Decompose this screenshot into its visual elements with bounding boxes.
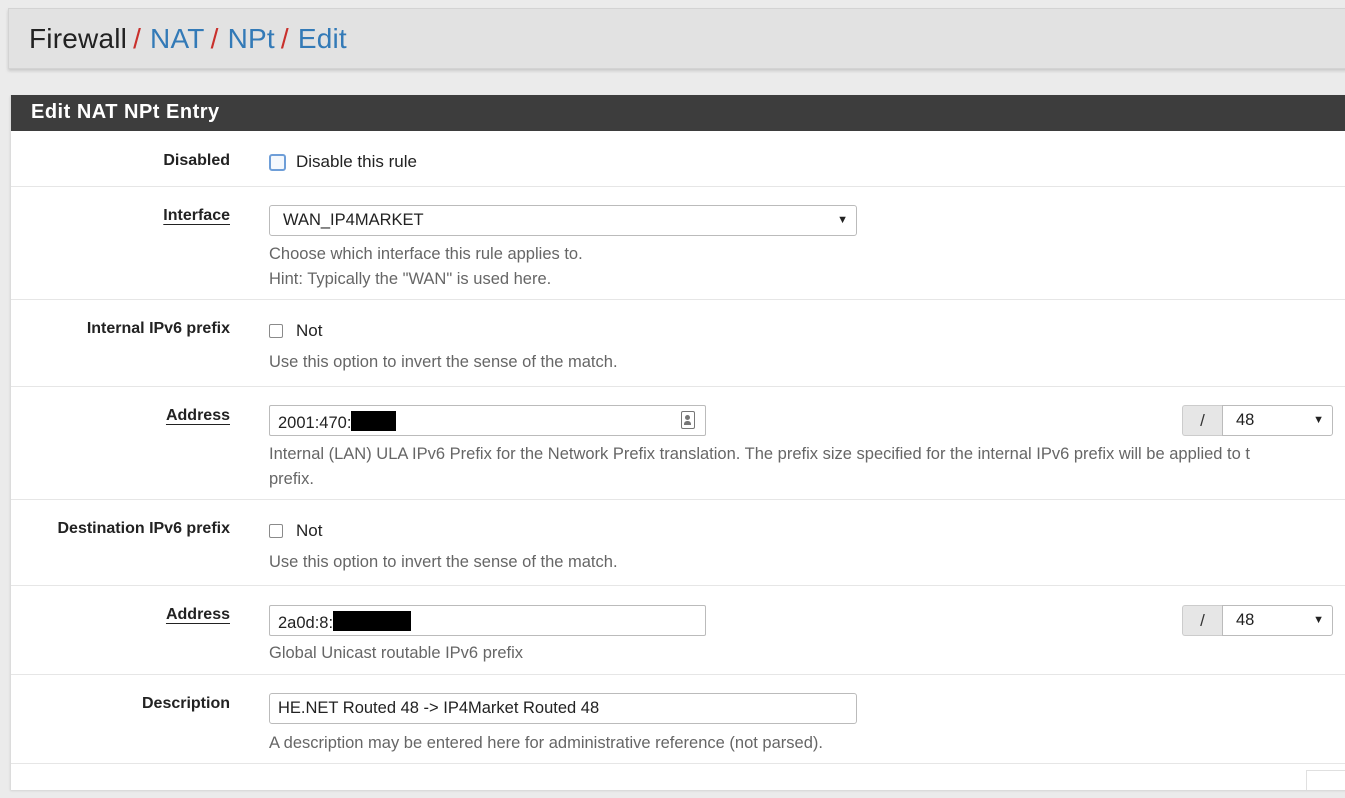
internal-address-help-2: prefix. xyxy=(269,470,314,488)
internal-address-row: Address 2001:470: / 48 ▼ Internal (LAN) … xyxy=(11,387,1345,500)
internal-prefix-label: Internal IPv6 prefix xyxy=(86,320,230,337)
breadcrumb-edit-link[interactable]: Edit xyxy=(298,23,347,54)
destination-address-label: Address xyxy=(165,606,230,623)
edit-npt-panel: Edit NAT NPt Entry Disabled Disable this… xyxy=(10,95,1345,790)
description-label: Description xyxy=(141,695,230,712)
destination-not-option[interactable]: Not xyxy=(269,521,322,541)
redaction-bar xyxy=(333,611,412,631)
contact-card-icon[interactable] xyxy=(681,411,695,429)
chevron-down-icon: ▼ xyxy=(1313,614,1324,626)
destination-not-label: Not xyxy=(296,521,323,540)
destination-prefix-size-select[interactable]: 48 ▼ xyxy=(1222,605,1333,636)
internal-prefix-size-select[interactable]: 48 ▼ xyxy=(1222,405,1333,436)
internal-prefix-size-value: 48 xyxy=(1236,411,1255,429)
disable-rule-checkbox-label: Disable this rule xyxy=(296,152,417,171)
description-input[interactable]: HE.NET Routed 48 -> IP4Market Routed 48 xyxy=(269,693,857,724)
breadcrumb-separator: / xyxy=(210,23,219,54)
cidr-slash: / xyxy=(1182,605,1222,636)
interface-help-2: Hint: Typically the "WAN" is used here. xyxy=(269,270,552,288)
breadcrumb-nat-link[interactable]: NAT xyxy=(150,23,205,54)
interface-selected-value: WAN_IP4MARKET xyxy=(283,211,424,229)
destination-address-value: 2a0d:8: xyxy=(278,614,334,632)
interface-help-1: Choose which interface this rule applies… xyxy=(269,245,583,263)
description-row: Description HE.NET Routed 48 -> IP4Marke… xyxy=(11,675,1345,764)
interface-row: Interface WAN_IP4MARKET ▼ Choose which i… xyxy=(11,187,1345,300)
internal-address-label: Address xyxy=(165,407,230,424)
breadcrumb-separator: / xyxy=(133,23,142,54)
redaction-bar xyxy=(351,411,397,431)
internal-not-option[interactable]: Not xyxy=(269,321,322,341)
panel-footer-edge xyxy=(1306,770,1345,790)
destination-address-row: Address 2a0d:8: / 48 ▼ Global Unicast ro… xyxy=(11,586,1345,675)
disabled-row: Disabled Disable this rule xyxy=(11,131,1345,187)
internal-not-label: Not xyxy=(296,321,323,340)
destination-prefix-label: Destination IPv6 prefix xyxy=(57,520,231,537)
breadcrumb-separator: / xyxy=(280,23,289,54)
destination-prefix-help: Use this option to invert the sense of t… xyxy=(269,553,618,571)
disable-rule-checkbox[interactable] xyxy=(269,153,286,171)
cidr-slash: / xyxy=(1182,405,1222,436)
destination-prefix-size-value: 48 xyxy=(1236,611,1255,629)
interface-label: Interface xyxy=(163,207,230,224)
breadcrumb-npt-link[interactable]: NPt xyxy=(228,23,275,54)
interface-select[interactable]: WAN_IP4MARKET ▼ xyxy=(269,205,857,236)
destination-prefix-row: Destination IPv6 prefix Not Use this opt… xyxy=(11,500,1345,586)
chevron-down-icon: ▼ xyxy=(837,214,848,226)
breadcrumb-firewall: Firewall xyxy=(29,23,128,54)
internal-prefix-row: Internal IPv6 prefix Not Use this option… xyxy=(11,300,1345,387)
internal-address-value: 2001:470: xyxy=(278,414,352,432)
internal-address-input[interactable]: 2001:470: xyxy=(269,405,706,436)
internal-prefix-help: Use this option to invert the sense of t… xyxy=(269,353,618,371)
destination-not-checkbox[interactable] xyxy=(269,524,283,538)
internal-address-help-1: Internal (LAN) ULA IPv6 Prefix for the N… xyxy=(269,445,1250,463)
description-help: A description may be entered here for ad… xyxy=(269,734,823,752)
disable-rule-option[interactable]: Disable this rule xyxy=(269,152,417,172)
panel-title: Edit NAT NPt Entry xyxy=(11,95,1345,131)
chevron-down-icon: ▼ xyxy=(1313,414,1324,426)
breadcrumb: Firewall / NAT / NPt / Edit xyxy=(29,23,347,55)
breadcrumb-bar: Firewall / NAT / NPt / Edit xyxy=(8,8,1345,69)
disabled-label: Disabled xyxy=(163,152,230,169)
destination-address-help: Global Unicast routable IPv6 prefix xyxy=(269,644,524,662)
description-value: HE.NET Routed 48 -> IP4Market Routed 48 xyxy=(278,699,600,717)
internal-not-checkbox[interactable] xyxy=(269,324,283,338)
destination-address-input[interactable]: 2a0d:8: xyxy=(269,605,706,636)
